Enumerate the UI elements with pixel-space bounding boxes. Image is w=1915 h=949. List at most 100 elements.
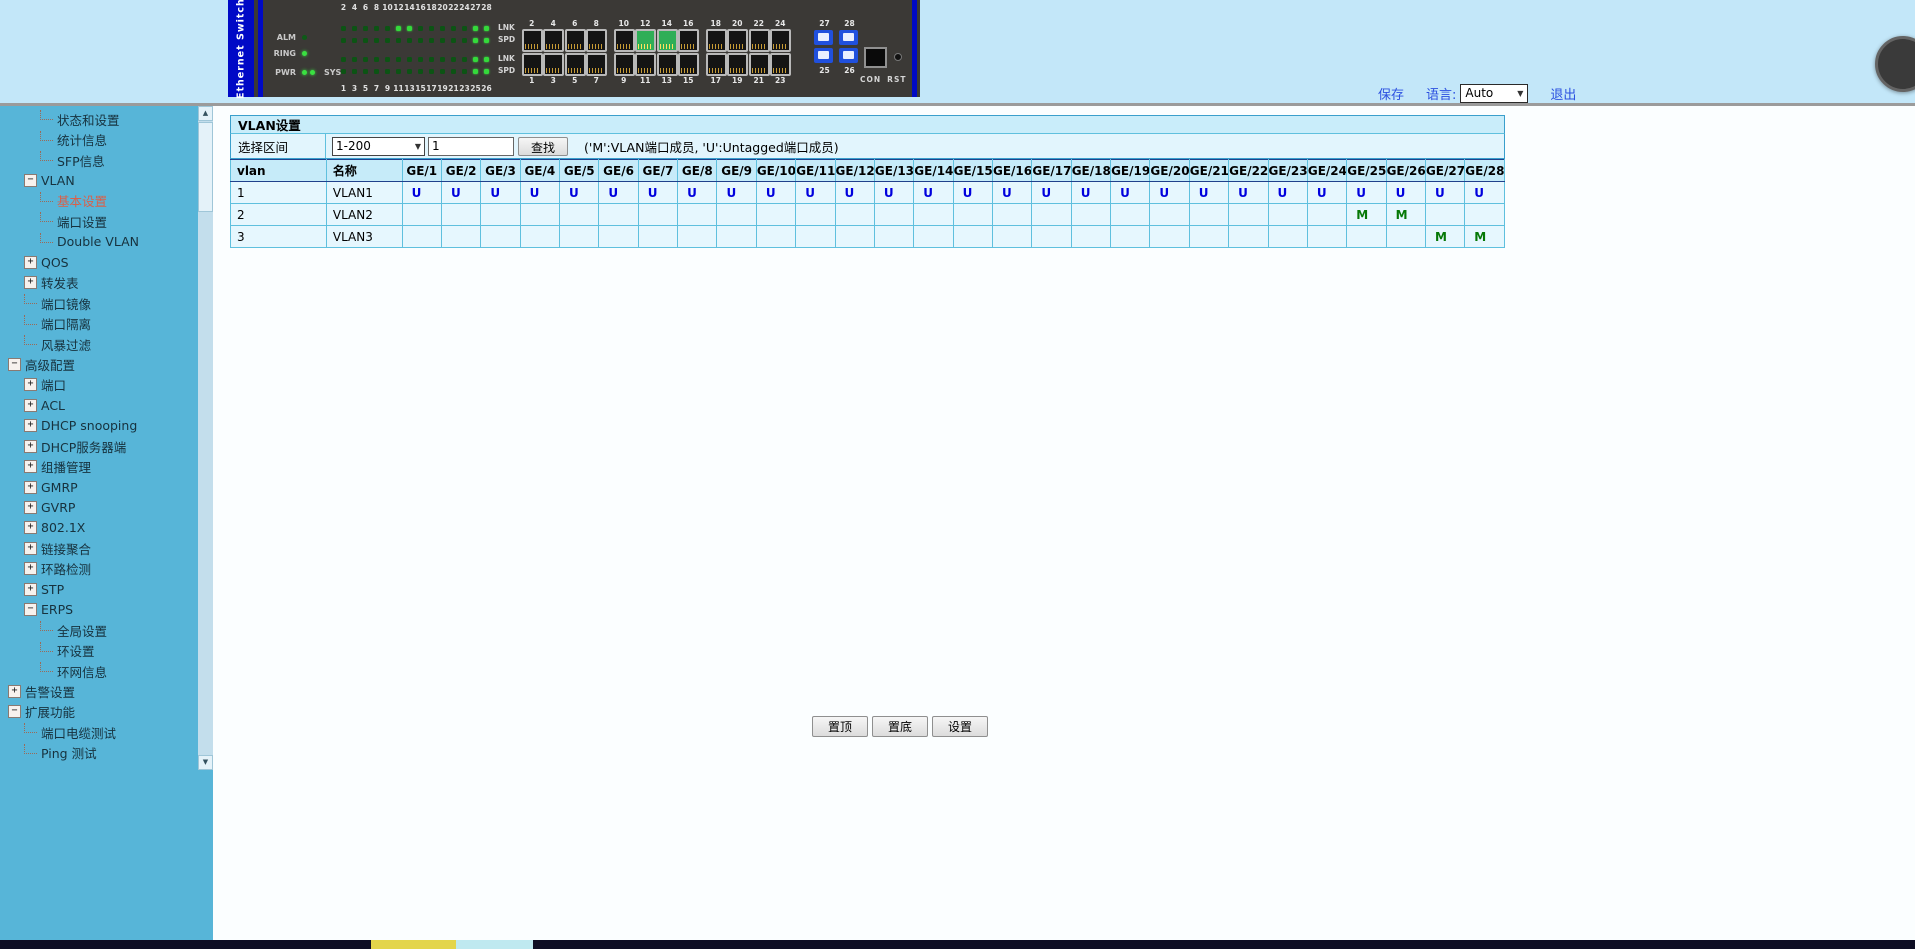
- tree-expand-icon[interactable]: +: [24, 480, 37, 494]
- language-select-value: Auto: [1465, 86, 1494, 100]
- tree-expand-icon[interactable]: +: [24, 582, 37, 596]
- tree-expand-icon[interactable]: +: [24, 276, 37, 290]
- sidebar-item[interactable]: 基本设置: [0, 191, 198, 211]
- device-label: Ethernet Switch: [235, 0, 247, 99]
- port-membership-cell: [401, 225, 442, 248]
- port-led: [484, 26, 489, 31]
- port-number: 28: [844, 19, 855, 28]
- rj45-port: [727, 28, 748, 52]
- port-membership-cell: [991, 225, 1033, 248]
- tree-connector-icon: [24, 294, 37, 305]
- sidebar-item[interactable]: + ACL: [0, 395, 198, 415]
- scrollbar-thumb[interactable]: [198, 122, 213, 212]
- sidebar-item[interactable]: 统计信息: [0, 129, 198, 149]
- tree-connector-icon: [40, 662, 53, 673]
- sidebar-item[interactable]: + GVRP: [0, 497, 198, 517]
- tree-expand-icon[interactable]: +: [24, 439, 37, 453]
- scroll-down-icon[interactable]: ▼: [198, 755, 213, 770]
- apply-button[interactable]: 设置: [932, 716, 988, 737]
- column-header-vlan: vlan: [230, 159, 327, 182]
- sidebar-item[interactable]: + 告警设置: [0, 681, 198, 701]
- sidebar-item[interactable]: 端口镜像: [0, 293, 198, 313]
- sys-label: SYS: [324, 68, 342, 77]
- tree-collapse-icon[interactable]: −: [8, 705, 21, 719]
- status-led: [310, 70, 315, 75]
- sidebar-item[interactable]: SFP信息: [0, 150, 198, 170]
- column-header-port: GE/23: [1267, 159, 1308, 182]
- save-link[interactable]: 保存: [1378, 84, 1404, 103]
- sidebar-item-label: QOS: [41, 254, 69, 270]
- tree-expand-icon[interactable]: +: [24, 562, 37, 576]
- port-membership-cell: U: [401, 181, 442, 204]
- move-bottom-button[interactable]: 置底: [872, 716, 928, 737]
- sidebar-item[interactable]: + 组播管理: [0, 456, 198, 476]
- search-button[interactable]: 查找: [518, 136, 568, 156]
- tree-expand-icon[interactable]: +: [24, 541, 37, 555]
- sidebar-item[interactable]: − 高级配置: [0, 354, 198, 374]
- sidebar-item[interactable]: + DHCP服务器端: [0, 436, 198, 456]
- move-top-button[interactable]: 置顶: [812, 716, 868, 737]
- sidebar-item[interactable]: + 链接聚合: [0, 538, 198, 558]
- port-membership-cell: [1424, 203, 1466, 226]
- port-led: [462, 69, 467, 74]
- sidebar-item[interactable]: + GMRP: [0, 477, 198, 497]
- port-membership-cell: [440, 225, 482, 248]
- rj45-port: [748, 52, 770, 76]
- tree-expand-icon[interactable]: +: [24, 419, 37, 433]
- port-membership-cell: [952, 225, 993, 248]
- sidebar-item[interactable]: 环设置: [0, 640, 198, 660]
- tree-connector-icon: [40, 641, 53, 652]
- tree-expand-icon[interactable]: +: [24, 378, 37, 392]
- tree-collapse-icon[interactable]: −: [8, 357, 21, 371]
- sidebar-item[interactable]: 状态和设置: [0, 109, 198, 129]
- sidebar-scrollbar[interactable]: ▲ ▼: [198, 106, 213, 770]
- sidebar-item[interactable]: +802.1X: [0, 518, 198, 538]
- sidebar-item[interactable]: + 环路检测: [0, 559, 198, 579]
- scroll-up-icon[interactable]: ▲: [198, 106, 213, 121]
- sfp-port-icon: [839, 47, 858, 63]
- port-membership-cell: [1070, 203, 1112, 226]
- sidebar-item-label: 端口设置: [57, 214, 108, 230]
- language-select[interactable]: Auto ▼: [1460, 83, 1529, 103]
- port-number: 22: [753, 19, 764, 28]
- tree-collapse-icon[interactable]: −: [24, 174, 37, 188]
- column-header-port: GE/12: [834, 159, 875, 182]
- sidebar-item[interactable]: + STP: [0, 579, 198, 599]
- port-led: [473, 57, 478, 62]
- port-led: [385, 69, 390, 74]
- sidebar-item[interactable]: + 转发表: [0, 273, 198, 293]
- vlan-search-input[interactable]: [428, 136, 514, 156]
- tree-expand-icon[interactable]: +: [8, 684, 21, 698]
- sidebar-item[interactable]: Ping 测试: [0, 743, 198, 763]
- range-select[interactable]: 1-200 ▼: [332, 136, 425, 156]
- tree-expand-icon[interactable]: +: [24, 460, 37, 474]
- sidebar-item[interactable]: Double VLAN: [0, 232, 198, 252]
- sidebar-item[interactable]: 风暴过滤: [0, 334, 198, 354]
- tree-collapse-icon[interactable]: −: [24, 603, 37, 617]
- rj45-port: [635, 28, 656, 52]
- tree-expand-icon[interactable]: +: [24, 501, 37, 515]
- sidebar-item[interactable]: + DHCP snooping: [0, 416, 198, 436]
- port-led: [363, 57, 368, 62]
- port-membership-cell: [1110, 225, 1151, 248]
- tree-expand-icon[interactable]: +: [24, 521, 37, 535]
- sidebar-item[interactable]: 端口设置: [0, 211, 198, 231]
- sidebar-item[interactable]: 环网信息: [0, 661, 198, 681]
- port-membership-cell: [677, 203, 718, 226]
- sidebar-item[interactable]: + QOS: [0, 252, 198, 272]
- sidebar-item[interactable]: 全局设置: [0, 620, 198, 640]
- tree-expand-icon[interactable]: +: [24, 255, 37, 269]
- sidebar-item[interactable]: − 扩展功能: [0, 702, 198, 722]
- rj45-port: [586, 52, 607, 76]
- tree-expand-icon[interactable]: +: [24, 398, 37, 412]
- rj45-port: [564, 28, 586, 52]
- sidebar-item[interactable]: − VLAN: [0, 170, 198, 190]
- logout-link[interactable]: 退出: [1550, 84, 1576, 103]
- sidebar-item[interactable]: 端口电缆测试: [0, 722, 198, 742]
- rj45-port: [705, 28, 727, 52]
- sidebar-item[interactable]: 端口隔离: [0, 313, 198, 333]
- main-content: VLAN设置 选择区间 1-200 ▼ 查找 ('M':VLAN端口成员, 'U…: [213, 106, 1915, 940]
- sidebar-item[interactable]: − ERPS: [0, 600, 198, 620]
- sidebar-item[interactable]: + 端口: [0, 375, 198, 395]
- port-led: [352, 38, 357, 43]
